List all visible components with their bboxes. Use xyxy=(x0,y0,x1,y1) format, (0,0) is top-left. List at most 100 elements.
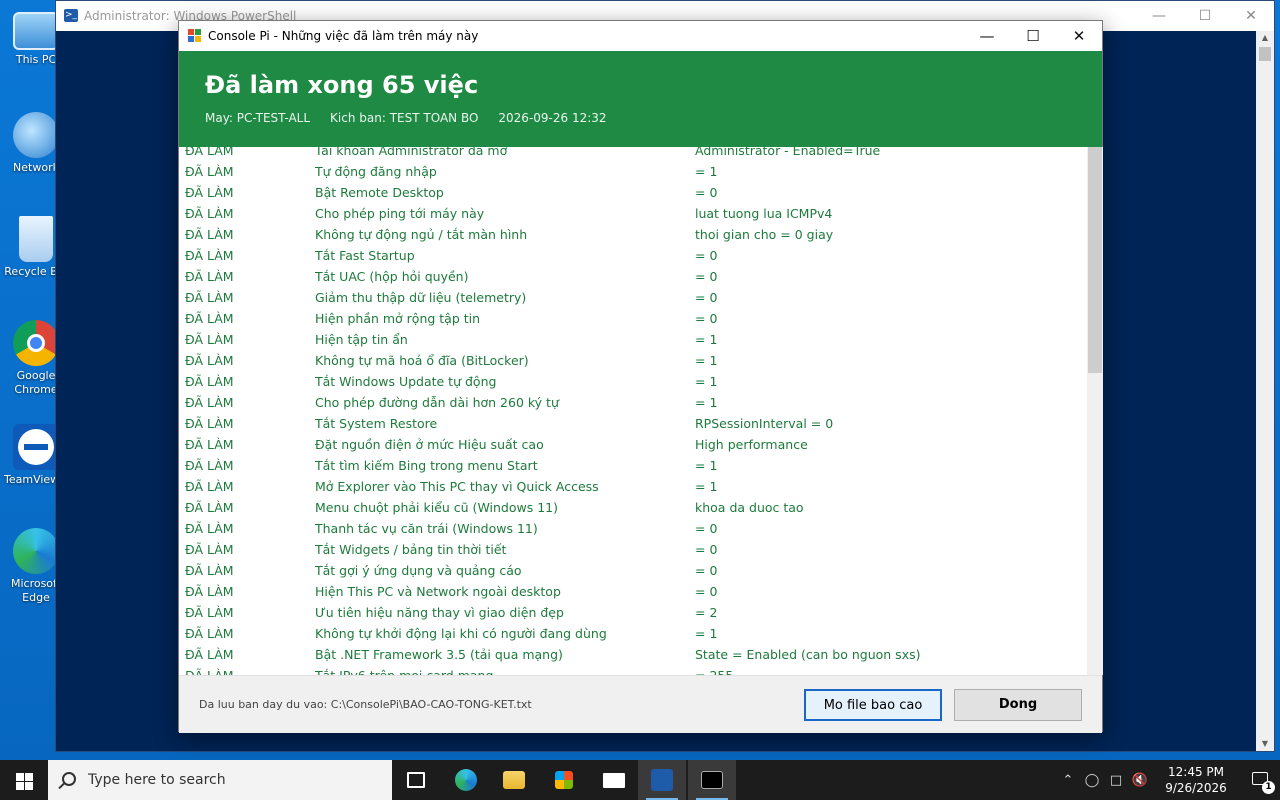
script-name: Kich ban: TEST TOAN BO xyxy=(330,111,479,125)
list-item: ĐÃ LÀM Tắt IPv6 trên mọi card mạng = 255 xyxy=(179,665,1087,675)
value-cell: = 1 xyxy=(695,626,718,641)
status-cell: ĐÃ LÀM xyxy=(185,290,234,305)
taskbar-edge[interactable] xyxy=(442,760,490,800)
task-list[interactable]: ĐÃ LÀM Tài khoản Administrator đã mở Admin… xyxy=(179,147,1087,675)
list-item: ĐÃ LÀM Bật Remote Desktop = 0 xyxy=(179,182,1087,203)
value-cell: = 1 xyxy=(695,353,718,368)
value-cell: = 2 xyxy=(695,605,718,620)
security-icon[interactable]: ◯ xyxy=(1080,773,1104,788)
task-cell: Tắt System Restore xyxy=(315,416,438,431)
task-cell: Tắt IPv6 trên mọi card mạng xyxy=(315,665,493,675)
start-button[interactable] xyxy=(0,760,48,800)
list-item: ĐÃ LÀM Tắt System Restore RPSessionInterva… xyxy=(179,413,1087,434)
value-cell: = 0 xyxy=(695,269,718,284)
chevron-up-icon[interactable]: ⌃ xyxy=(1056,773,1080,788)
task-cell: Hiện phần mở rộng tập tin xyxy=(315,311,481,326)
task-cell: Mở Explorer vào This PC thay vì Quick Ac… xyxy=(315,479,599,494)
task-cell: Không tự khởi động lại khi có người đang… xyxy=(315,626,607,641)
scroll-down-arrow-icon[interactable]: ▼ xyxy=(1256,737,1274,751)
status-cell: ĐÃ LÀM xyxy=(185,395,234,410)
task-view-button[interactable] xyxy=(392,760,440,800)
banner-meta: May: PC-TEST-ALL Kich ban: TEST TOAN BO … xyxy=(205,111,607,125)
task-cell: Tắt gợi ý ứng dụng và quảng cáo xyxy=(315,563,522,578)
list-item: ĐÃ LÀM Tài khoản Administrator đã mở Admin… xyxy=(179,147,1087,161)
value-cell: = 1 xyxy=(695,332,718,347)
value-cell: = 0 xyxy=(695,290,718,305)
taskbar-file-explorer[interactable] xyxy=(490,760,538,800)
scrollbar-thumb[interactable] xyxy=(1088,147,1102,373)
system-tray: ⌃ ◯ □ 🔇 12:45 PM 9/26/2026 1 xyxy=(1056,760,1280,800)
value-cell: State = Enabled (can bo nguon sxs) xyxy=(695,647,921,662)
status-cell: ĐÃ LÀM xyxy=(185,563,234,578)
taskbar-store[interactable] xyxy=(540,760,588,800)
clock[interactable]: 12:45 PM 9/26/2026 xyxy=(1152,764,1240,796)
list-item: ĐÃ LÀM Thanh tác vụ căn trái (Windows 11)… xyxy=(179,518,1087,539)
scroll-up-arrow-icon[interactable]: ▲ xyxy=(1256,31,1274,45)
notification-count: 1 xyxy=(1262,781,1275,794)
powershell-icon: >_ xyxy=(64,9,78,22)
task-list-scrollbar[interactable] xyxy=(1087,147,1103,675)
dialog-title: Console Pi - Những việc đã làm trên máy … xyxy=(208,29,479,43)
task-cell: Tự động đăng nhập xyxy=(315,164,437,179)
status-cell: ĐÃ LÀM xyxy=(185,500,234,515)
maximize-icon[interactable]: ☐ xyxy=(1182,1,1228,31)
task-cell: Bật Remote Desktop xyxy=(315,185,444,200)
close-button[interactable]: Dong xyxy=(954,689,1082,721)
task-cell: Thanh tác vụ căn trái (Windows 11) xyxy=(315,521,538,536)
task-cell: Cho phép đường dẫn dài hơn 260 ký tự xyxy=(315,395,559,410)
taskbar-search-box[interactable]: Type here to search xyxy=(48,760,392,800)
open-report-button[interactable]: Mo file bao cao xyxy=(804,689,942,721)
list-item: ĐÃ LÀM Cho phép ping tới máy này luat tuon… xyxy=(179,203,1087,224)
computer-icon xyxy=(13,12,59,50)
list-item: ĐÃ LÀM Bật .NET Framework 3.5 (tải qua mạ… xyxy=(179,644,1087,665)
status-cell: ĐÃ LÀM xyxy=(185,248,234,263)
value-cell: RPSessionInterval = 0 xyxy=(695,416,834,431)
list-item: ĐÃ LÀM Đặt nguồn điện ở mức Hiệu suất cao… xyxy=(179,434,1087,455)
minimize-icon[interactable]: — xyxy=(964,21,1010,51)
status-cell: ĐÃ LÀM xyxy=(185,584,234,599)
scrollbar-thumb[interactable] xyxy=(1259,47,1271,61)
run-datetime: 2026-09-26 12:32 xyxy=(498,111,607,125)
task-cell: Không tự động ngủ / tắt màn hình xyxy=(315,227,528,242)
taskbar-powershell[interactable] xyxy=(638,760,686,800)
task-cell: Ưu tiên hiệu năng thay vì giao diện đẹp xyxy=(315,605,564,620)
value-cell: = 0 xyxy=(695,185,718,200)
dialog-footer: Da luu ban day du vao: C:\ConsolePi\BAO-… xyxy=(179,675,1102,733)
taskbar-console[interactable] xyxy=(688,760,736,800)
status-cell: ĐÃ LÀM xyxy=(185,147,234,158)
maximize-icon[interactable]: ☐ xyxy=(1010,21,1056,51)
task-cell: Tắt UAC (hộp hỏi quyền) xyxy=(315,269,469,284)
list-item: ĐÃ LÀM Tắt UAC (hộp hỏi quyền) = 0 xyxy=(179,266,1087,287)
task-cell: Tắt Widgets / bảng tin thời tiết xyxy=(315,542,507,557)
notification-center-button[interactable]: 1 xyxy=(1240,760,1280,800)
value-cell: = 1 xyxy=(695,164,718,179)
minimize-icon[interactable]: — xyxy=(1136,1,1182,31)
close-icon[interactable]: ✕ xyxy=(1056,21,1102,51)
recycle-bin-icon xyxy=(19,216,53,262)
task-cell: Menu chuột phải kiểu cũ (Windows 11) xyxy=(315,500,558,515)
value-cell: = 0 xyxy=(695,521,718,536)
status-cell: ĐÃ LÀM xyxy=(185,374,234,389)
status-cell: ĐÃ LÀM xyxy=(185,269,234,284)
taskbar-mail[interactable] xyxy=(590,760,638,800)
search-placeholder: Type here to search xyxy=(88,772,226,788)
task-cell: Không tự mã hoá ổ đĩa (BitLocker) xyxy=(315,353,529,368)
powershell-scrollbar[interactable]: ▲ ▼ xyxy=(1256,31,1274,751)
list-item: ĐÃ LÀM Hiện This PC và Network ngoài desk… xyxy=(179,581,1087,602)
list-item: ĐÃ LÀM Ưu tiên hiệu năng thay vì giao diệ… xyxy=(179,602,1087,623)
list-item: ĐÃ LÀM Hiện phần mở rộng tập tin = 0 xyxy=(179,308,1087,329)
status-cell: ĐÃ LÀM xyxy=(185,206,234,221)
status-cell: ĐÃ LÀM xyxy=(185,227,234,242)
edge-icon xyxy=(13,528,59,574)
status-cell: ĐÃ LÀM xyxy=(185,521,234,536)
volume-muted-icon[interactable]: 🔇 xyxy=(1128,773,1152,788)
edge-icon xyxy=(455,769,477,791)
list-item: ĐÃ LÀM Không tự khởi động lại khi có ngườ… xyxy=(179,623,1087,644)
dialog-titlebar[interactable]: Console Pi - Những việc đã làm trên máy … xyxy=(179,21,1102,51)
network-icon[interactable]: □ xyxy=(1104,773,1128,788)
task-cell: Hiện tập tin ẩn xyxy=(315,332,408,347)
value-cell: = 255 xyxy=(695,665,733,675)
list-item: ĐÃ LÀM Mở Explorer vào This PC thay vì Qu… xyxy=(179,476,1087,497)
close-icon[interactable]: ✕ xyxy=(1228,1,1274,31)
status-cell: ĐÃ LÀM xyxy=(185,311,234,326)
